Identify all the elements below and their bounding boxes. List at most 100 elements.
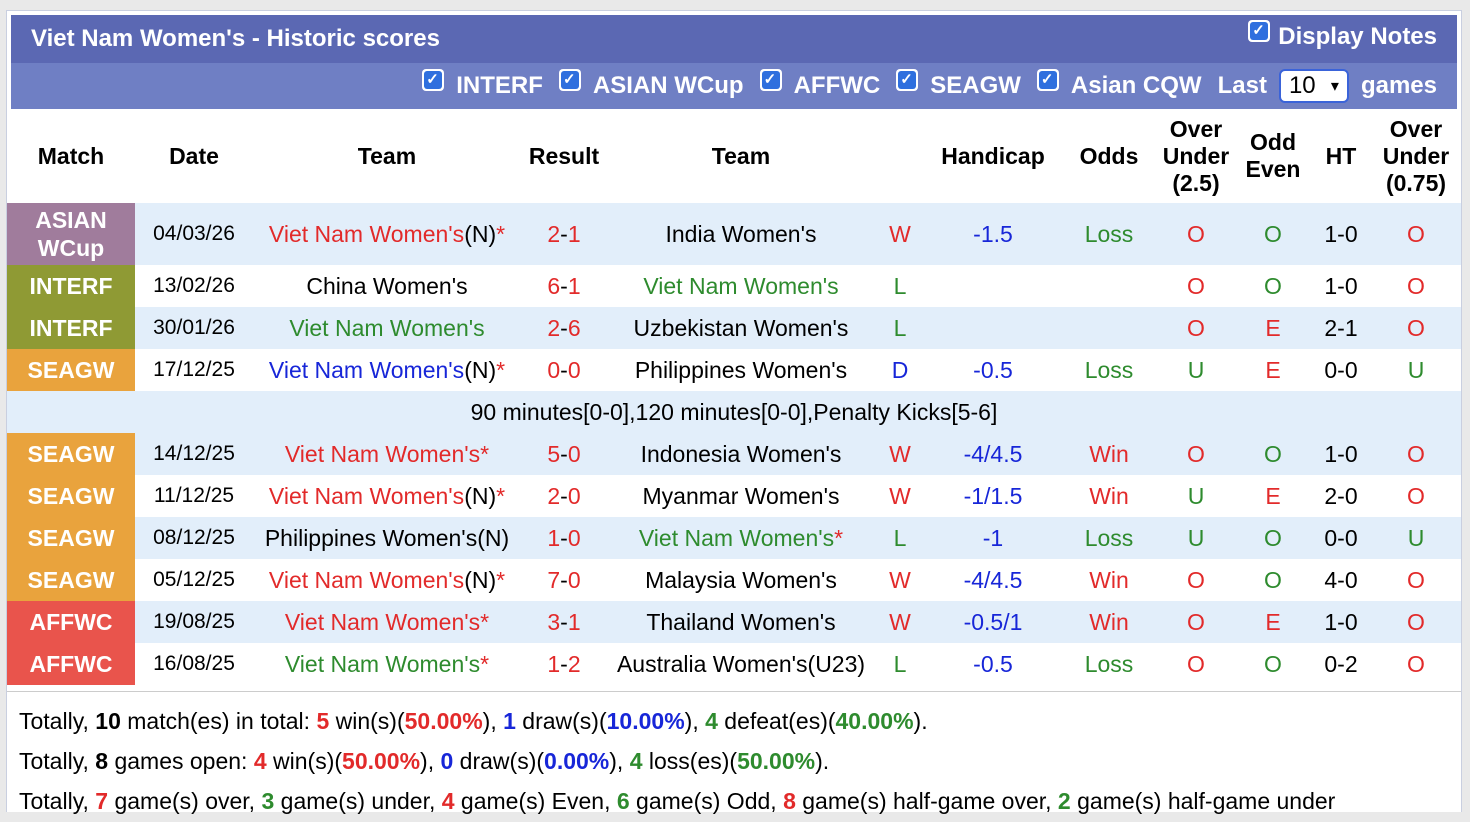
- home-team[interactable]: Viet Nam Women's(N)*: [253, 475, 521, 517]
- result-wdl: L: [875, 307, 925, 349]
- away-team[interactable]: Australia Women's(U23): [607, 643, 875, 685]
- home-team[interactable]: Viet Nam Women's*: [253, 601, 521, 643]
- league-badge[interactable]: INTERF: [7, 265, 135, 307]
- table-row[interactable]: SEAGW 14/12/25 Viet Nam Women's* 5-0 Indones…: [7, 433, 1461, 475]
- away-team[interactable]: Malaysia Women's: [607, 559, 875, 601]
- odd-even: O: [1235, 433, 1311, 475]
- odds-result: Loss: [1061, 517, 1157, 559]
- home-team[interactable]: China Women's: [253, 265, 521, 307]
- col-wdl: [875, 109, 925, 203]
- over-under-2-5: O: [1157, 601, 1235, 643]
- filter-checkbox[interactable]: ✓: [1036, 69, 1059, 91]
- away-team[interactable]: Indonesia Women's: [607, 433, 875, 475]
- table-row[interactable]: SEAGW 08/12/25 Philippines Women's(N) 1-0 Vi…: [7, 517, 1461, 559]
- home-team[interactable]: Philippines Women's(N): [253, 517, 521, 559]
- over-under-0-75: O: [1371, 559, 1461, 601]
- filter-label: AFFWC: [793, 72, 881, 99]
- league-badge[interactable]: SEAGW: [7, 475, 135, 517]
- over-under-2-5: O: [1157, 203, 1235, 265]
- match-score[interactable]: 7-0: [521, 559, 607, 601]
- match-score[interactable]: 1-2: [521, 643, 607, 685]
- league-badge[interactable]: SEAGW: [7, 433, 135, 475]
- home-team[interactable]: Viet Nam Women's(N)*: [253, 203, 521, 265]
- match-score[interactable]: 5-0: [521, 433, 607, 475]
- last-games-select[interactable]: 10 ▾: [1278, 69, 1349, 103]
- odds-result: Win: [1061, 559, 1157, 601]
- away-team[interactable]: Uzbekistan Women's: [607, 307, 875, 349]
- odd-even: E: [1235, 475, 1311, 517]
- league-badge[interactable]: AFFWC: [7, 643, 135, 685]
- odd-even: E: [1235, 349, 1311, 391]
- filter-checkbox[interactable]: ✓: [759, 69, 782, 91]
- match-score[interactable]: 1-0: [521, 517, 607, 559]
- odds-result: Loss: [1061, 203, 1157, 265]
- table-row[interactable]: SEAGW 17/12/25 Viet Nam Women's(N)* 0-0 Phil…: [7, 349, 1461, 391]
- filter-checkbox[interactable]: ✓: [422, 69, 445, 91]
- league-badge[interactable]: ASIAN WCup: [7, 203, 135, 265]
- match-score[interactable]: 2-6: [521, 307, 607, 349]
- table-row[interactable]: INTERF 30/01/26 Viet Nam Women's 2-6 Uzbekis…: [7, 307, 1461, 349]
- half-time-score: 2-1: [1311, 307, 1371, 349]
- over-under-2-5: O: [1157, 559, 1235, 601]
- odd-even: O: [1235, 643, 1311, 685]
- match-score[interactable]: 6-1: [521, 265, 607, 307]
- away-team[interactable]: Viet Nam Women's*: [607, 517, 875, 559]
- league-badge[interactable]: SEAGW: [7, 349, 135, 391]
- table-row[interactable]: SEAGW 11/12/25 Viet Nam Women's(N)* 2-0 Myan…: [7, 475, 1461, 517]
- half-time-score: 1-0: [1311, 265, 1371, 307]
- over-under-0-75: U: [1371, 349, 1461, 391]
- table-row[interactable]: AFFWC 16/08/25 Viet Nam Women's* 1-2 Austral…: [7, 643, 1461, 685]
- odds-result: Win: [1061, 475, 1157, 517]
- handicap-value: -4/4.5: [925, 433, 1061, 475]
- match-score[interactable]: 0-0: [521, 349, 607, 391]
- display-notes-checkbox[interactable]: ✓: [1248, 20, 1271, 42]
- table-row[interactable]: AFFWC 19/08/25 Viet Nam Women's* 3-1 Thailan…: [7, 601, 1461, 643]
- league-badge[interactable]: SEAGW: [7, 517, 135, 559]
- handicap-value: -0.5: [925, 643, 1061, 685]
- filter-interf[interactable]: ✓ INTERF: [422, 69, 543, 100]
- home-team[interactable]: Viet Nam Women's*: [253, 643, 521, 685]
- match-score[interactable]: 2-1: [521, 203, 607, 265]
- match-date: 17/12/25: [135, 349, 253, 391]
- away-team[interactable]: Myanmar Women's: [607, 475, 875, 517]
- over-under-0-75: O: [1371, 433, 1461, 475]
- league-badge[interactable]: AFFWC: [7, 601, 135, 643]
- half-time-score: 4-0: [1311, 559, 1371, 601]
- half-time-score: 1-0: [1311, 433, 1371, 475]
- filter-affwc[interactable]: ✓ AFFWC: [759, 69, 881, 100]
- filter-asian-cqw[interactable]: ✓ Asian CQW: [1036, 69, 1202, 100]
- filter-checkbox[interactable]: ✓: [558, 69, 581, 91]
- panel-title: Viet Nam Women's - Historic scores: [31, 25, 440, 52]
- result-wdl: W: [875, 601, 925, 643]
- league-badge[interactable]: INTERF: [7, 307, 135, 349]
- table-row[interactable]: ASIAN WCup 04/03/26 Viet Nam Women's(N)* 2-1…: [7, 203, 1461, 265]
- check-icon: ✓: [1252, 22, 1265, 39]
- check-icon: ✓: [1040, 71, 1054, 88]
- table-row[interactable]: SEAGW 05/12/25 Viet Nam Women's(N)* 7-0 Mala…: [7, 559, 1461, 601]
- table-row[interactable]: INTERF 13/02/26 China Women's 6-1 Viet Nam W…: [7, 265, 1461, 307]
- away-team[interactable]: Viet Nam Women's: [607, 265, 875, 307]
- match-note: 90 minutes[0-0],120 minutes[0-0],Penalty…: [7, 391, 1461, 433]
- home-team[interactable]: Viet Nam Women's: [253, 307, 521, 349]
- home-team[interactable]: Viet Nam Women's(N)*: [253, 559, 521, 601]
- home-team[interactable]: Viet Nam Women's*: [253, 433, 521, 475]
- league-badge[interactable]: SEAGW: [7, 559, 135, 601]
- match-date: 08/12/25: [135, 517, 253, 559]
- match-score[interactable]: 2-0: [521, 475, 607, 517]
- filter-seagw[interactable]: ✓ SEAGW: [896, 69, 1021, 100]
- col-match[interactable]: Match: [7, 109, 135, 203]
- over-under-2-5: U: [1157, 517, 1235, 559]
- match-date: 16/08/25: [135, 643, 253, 685]
- away-team[interactable]: India Women's: [607, 203, 875, 265]
- display-notes-toggle[interactable]: ✓ Display Notes: [1248, 20, 1437, 51]
- table-header: Match Date Team Result Team Handicap Odd…: [7, 109, 1461, 203]
- odd-even: E: [1235, 601, 1311, 643]
- over-under-2-5: U: [1157, 475, 1235, 517]
- col-date[interactable]: Date: [135, 109, 253, 203]
- match-score[interactable]: 3-1: [521, 601, 607, 643]
- away-team[interactable]: Thailand Women's: [607, 601, 875, 643]
- filter-asian-wcup[interactable]: ✓ ASIAN WCup: [558, 69, 744, 100]
- away-team[interactable]: Philippines Women's: [607, 349, 875, 391]
- filter-checkbox[interactable]: ✓: [896, 69, 919, 91]
- home-team[interactable]: Viet Nam Women's(N)*: [253, 349, 521, 391]
